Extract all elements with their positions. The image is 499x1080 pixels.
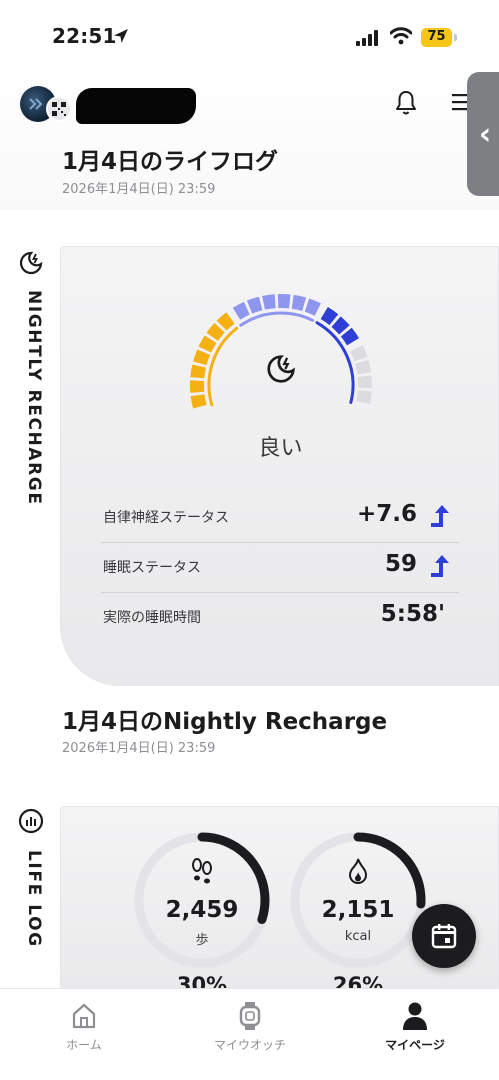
calories-value: 2,151	[321, 897, 395, 923]
gauge-inner-arc	[239, 311, 315, 327]
chevron-left-icon: ‹	[478, 116, 492, 152]
tab-my-page-label: マイページ	[385, 1038, 445, 1052]
ans-status-label: 自律神経ステータス	[103, 510, 229, 526]
ans-status-value: +7.6	[356, 501, 417, 527]
side-panel-handle[interactable]: ‹	[467, 72, 499, 196]
calories-ring[interactable]: 2,151 kcal	[289, 831, 427, 969]
lifelog-date-subtitle: 2026年1月4日(日) 23:59	[62, 182, 216, 197]
gauge-segment	[304, 298, 321, 316]
gauge-segment	[190, 394, 207, 409]
steps-value: 2,459	[165, 897, 239, 923]
gauge-segment	[193, 349, 211, 366]
gauge-segment	[350, 345, 368, 362]
flame-icon	[289, 857, 427, 889]
lifelog-chart-icon	[18, 808, 44, 834]
gauge-segment	[356, 390, 372, 404]
tab-my-watch[interactable]: マイウオッチ	[180, 1001, 320, 1053]
ans-status-row[interactable]: 自律神経ステータス +7.6	[101, 493, 459, 543]
sleep-status-row[interactable]: 睡眠ステータス 59	[101, 543, 459, 593]
tab-my-watch-label: マイウオッチ	[213, 1038, 286, 1052]
nightly-recharge-date-title: 1月4日のNightly Recharge	[62, 709, 388, 735]
battery-indicator: 75	[421, 28, 457, 47]
gauge-segment	[206, 322, 225, 341]
sleep-status-value: 59	[384, 551, 417, 577]
location-arrow-icon	[114, 29, 128, 43]
tab-home-label: ホーム	[66, 1038, 102, 1052]
gauge-segment	[331, 316, 350, 335]
cellular-signal-icon	[356, 30, 378, 46]
person-icon	[403, 1002, 427, 1030]
calendar-fab-button[interactable]	[412, 904, 476, 968]
lifelog-date-title: 1月4日のライフログ	[62, 149, 279, 175]
sleep-status-label: 睡眠ステータス	[103, 560, 201, 576]
gauge-status-label: 良い	[258, 436, 303, 461]
gauge-segment	[320, 306, 339, 326]
bottom-tab-bar: ホーム マイウオッチ マイページ	[0, 988, 499, 1080]
nightly-recharge-date-subtitle: 2026年1月4日(日) 23:59	[62, 741, 216, 756]
nightly-recharge-card[interactable]: 良い 自律神経ステータス +7.6 睡眠ステータス 59 実際の睡眠時間 5:5…	[60, 246, 499, 686]
home-icon	[72, 1003, 96, 1029]
actual-sleep-time-label: 実際の睡眠時間	[103, 610, 201, 626]
gauge-inner-arc	[207, 326, 239, 407]
gauge-segment	[216, 312, 235, 331]
moon-charge-icon	[19, 251, 43, 275]
calories-unit: kcal	[344, 929, 372, 944]
gauge-segment	[232, 301, 250, 320]
bell-icon[interactable]	[394, 90, 418, 116]
trend-up-arrow-icon	[431, 555, 449, 577]
gauge-segment	[354, 359, 372, 375]
gauge-segment	[291, 294, 307, 312]
gauge-segment	[246, 296, 263, 314]
actual-sleep-time-row[interactable]: 実際の睡眠時間 5:58'	[101, 593, 459, 643]
steps-unit: 歩	[195, 933, 209, 948]
gauge-segment	[190, 364, 206, 379]
moon-charge-icon	[267, 355, 295, 383]
calendar-icon	[431, 924, 457, 949]
username-redacted	[76, 88, 196, 124]
actual-sleep-time-value: 5:58'	[380, 601, 445, 627]
trend-up-arrow-icon	[431, 505, 449, 527]
qr-code-button[interactable]	[46, 96, 72, 122]
battery-cap	[454, 34, 457, 41]
tab-home[interactable]: ホーム	[14, 1001, 154, 1053]
status-time: 22:51	[52, 24, 117, 48]
gauge-segment	[340, 327, 360, 346]
watch-icon	[239, 1002, 261, 1030]
gauge-segment	[198, 335, 217, 353]
qr-code-icon	[52, 102, 66, 116]
gauge-segment	[262, 294, 276, 310]
battery-level: 75	[427, 29, 446, 44]
wifi-icon	[390, 27, 412, 45]
life-log-section-label: LIFE LOG	[24, 850, 44, 948]
tab-my-page[interactable]: マイページ	[345, 1001, 485, 1053]
steps-ring[interactable]: 2,459 歩	[133, 831, 271, 969]
nightly-recharge-section-label: NIGHTLY RECHARGE	[24, 290, 44, 506]
footprints-icon	[133, 857, 271, 889]
